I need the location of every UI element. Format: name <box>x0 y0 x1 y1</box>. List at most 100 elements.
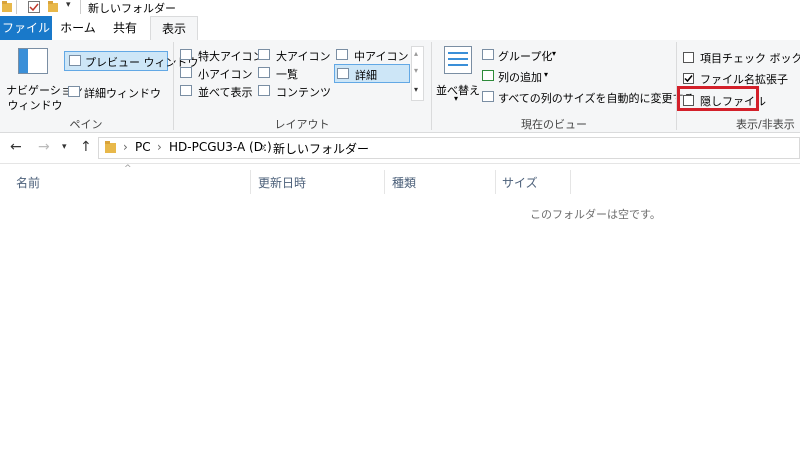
recent-locations-icon[interactable]: ▾ <box>62 142 67 152</box>
layout-group-label: レイアウト <box>274 118 330 131</box>
scroll-down-icon[interactable]: ▾ <box>414 66 418 75</box>
details-icon <box>337 68 349 79</box>
layout-item-label: 並べて表示 <box>198 86 253 99</box>
layout-item-label: 大アイコン <box>276 50 331 63</box>
breadcrumb-drive[interactable]: HD-PCGU3-A (D:) <box>169 140 272 154</box>
layout-scrollbar[interactable]: ▴ ▾ ▾ <box>411 46 424 101</box>
sort-dropdown-icon: ▾ <box>454 94 459 103</box>
group-by-icon <box>482 49 494 60</box>
checkmark-icon <box>684 75 693 83</box>
extra-large-icons-icon <box>180 49 192 60</box>
layout-extra-large-icons[interactable]: 特大アイコン <box>180 47 264 64</box>
customize-qa-icon[interactable]: ▾ <box>66 0 71 10</box>
layout-item-label: 特大アイコン <box>198 50 264 63</box>
breadcrumb-pc[interactable]: PC <box>135 140 151 154</box>
column-divider[interactable] <box>570 170 571 194</box>
item-check-boxes-label: 項目チェック ボックス <box>700 52 800 65</box>
details-pane-icon <box>68 86 80 97</box>
layout-large-icons[interactable]: 大アイコン <box>258 47 330 64</box>
layout-item-label: 小アイコン <box>198 68 253 81</box>
sort-by-icon <box>444 46 472 74</box>
expand-gallery-icon[interactable]: ▾ <box>414 85 418 94</box>
scroll-up-icon[interactable]: ▴ <box>414 49 418 58</box>
preview-pane-icon <box>69 55 81 66</box>
window-title: 新しいフォルダー <box>88 2 176 15</box>
folder-icon <box>2 1 12 12</box>
column-divider[interactable] <box>495 170 496 194</box>
sort-by-button[interactable]: 並べ替え ▾ <box>436 44 480 106</box>
address-bar[interactable]: › PC › HD-PCGU3-A (D:) › 新しいフォルダー <box>98 137 800 159</box>
file-name-extensions-label: ファイル名拡張子 <box>700 73 788 86</box>
breadcrumb-folder[interactable]: 新しいフォルダー <box>273 140 369 157</box>
medium-icons-icon <box>336 49 348 60</box>
layout-item-label: 詳細 <box>355 69 377 82</box>
navigation-pane-button[interactable]: ナビゲーション ウィンドウ <box>6 46 83 112</box>
add-columns-button[interactable]: 列の追加 ▾ <box>482 68 572 85</box>
group-by-label: グループ化 <box>498 50 553 63</box>
column-name[interactable]: 名前 <box>16 174 40 191</box>
layout-item-label: 一覧 <box>276 68 298 81</box>
breadcrumb-separator-icon[interactable]: › <box>123 140 128 154</box>
layout-list[interactable]: 一覧 <box>258 65 330 82</box>
column-size[interactable]: サイズ <box>502 174 538 191</box>
pane-group-label: ペイン <box>69 118 103 131</box>
item-check-boxes-checkbox[interactable] <box>683 52 694 63</box>
breadcrumb-separator-icon[interactable]: › <box>157 140 162 154</box>
explorer-window: ▾ 新しいフォルダー ファイル ホーム 共有 表示 ナビゲーション ウィンドウ … <box>0 0 800 459</box>
layout-details[interactable]: 詳細 <box>334 64 410 83</box>
sort-indicator-icon: ^ <box>124 164 132 174</box>
size-all-columns-button[interactable]: すべての列のサイズを自動的に変更する <box>482 89 694 106</box>
title-separator <box>80 0 81 14</box>
column-date-modified[interactable]: 更新日時 <box>258 174 306 191</box>
large-icons-icon <box>258 49 270 60</box>
tab-share[interactable]: 共有 <box>104 16 146 40</box>
navigation-pane-label-2: ウィンドウ <box>7 99 63 112</box>
tab-home[interactable]: ホーム <box>56 16 100 40</box>
hidden-items-highlight <box>677 86 759 111</box>
column-divider[interactable] <box>250 170 251 194</box>
folder-icon <box>105 141 116 153</box>
tiles-icon <box>180 85 192 96</box>
column-divider[interactable] <box>384 170 385 194</box>
file-name-extensions-toggle[interactable]: ファイル名拡張子 <box>683 70 800 86</box>
layout-medium-icons[interactable]: 中アイコン <box>334 47 410 64</box>
tab-file[interactable]: ファイル <box>0 16 52 40</box>
empty-folder-message: このフォルダーは空です。 <box>530 208 661 221</box>
navigation-pane-icon <box>18 48 48 74</box>
layout-item-label: 中アイコン <box>354 50 409 63</box>
up-icon[interactable]: ↑ <box>80 139 92 155</box>
add-columns-icon <box>482 70 494 81</box>
title-bar: ▾ 新しいフォルダー <box>0 0 800 16</box>
details-pane-button[interactable]: 詳細ウィンドウ <box>64 83 168 103</box>
small-icons-icon <box>180 67 192 78</box>
column-type[interactable]: 種類 <box>392 174 416 191</box>
layout-item-label: コンテンツ <box>276 86 331 99</box>
address-row: ← → ▾ ↑ › PC › HD-PCGU3-A (D:) › 新しいフォルダ… <box>0 133 800 164</box>
layout-small-icons[interactable]: 小アイコン <box>180 65 256 82</box>
content-icon <box>258 85 270 96</box>
breadcrumb-separator-icon[interactable]: › <box>261 140 266 154</box>
forward-icon[interactable]: → <box>38 139 50 155</box>
tab-view[interactable]: 表示 <box>150 16 198 41</box>
item-check-boxes-toggle[interactable]: 項目チェック ボックス <box>683 49 800 65</box>
details-pane-label: 詳細ウィンドウ <box>84 87 161 100</box>
current-view-group-label: 現在のビュー <box>521 118 587 131</box>
file-name-extensions-checkbox[interactable] <box>683 73 694 84</box>
layout-tiles[interactable]: 並べて表示 <box>180 83 256 100</box>
group-by-dropdown-icon: ▾ <box>552 49 557 58</box>
add-columns-label: 列の追加 <box>498 71 542 84</box>
preview-pane-button[interactable]: プレビュー ウィンドウ <box>64 51 199 71</box>
properties-check-icon[interactable] <box>28 1 40 13</box>
ribbon-tabs: ファイル ホーム 共有 表示 <box>0 16 800 41</box>
show-hide-group-label: 表示/非表示 <box>736 118 795 131</box>
back-icon[interactable]: ← <box>10 139 22 155</box>
size-all-columns-icon <box>482 91 494 102</box>
qa-separator <box>16 0 17 14</box>
new-folder-icon[interactable] <box>48 1 58 13</box>
navigation-pane-label-1: ナビゲーション <box>6 84 83 97</box>
group-by-button[interactable]: グループ化 ▾ <box>482 47 572 64</box>
layout-content[interactable]: コンテンツ <box>258 83 334 100</box>
size-all-columns-label: すべての列のサイズを自動的に変更する <box>498 92 695 105</box>
add-columns-dropdown-icon: ▾ <box>544 70 549 79</box>
list-icon <box>258 67 270 78</box>
